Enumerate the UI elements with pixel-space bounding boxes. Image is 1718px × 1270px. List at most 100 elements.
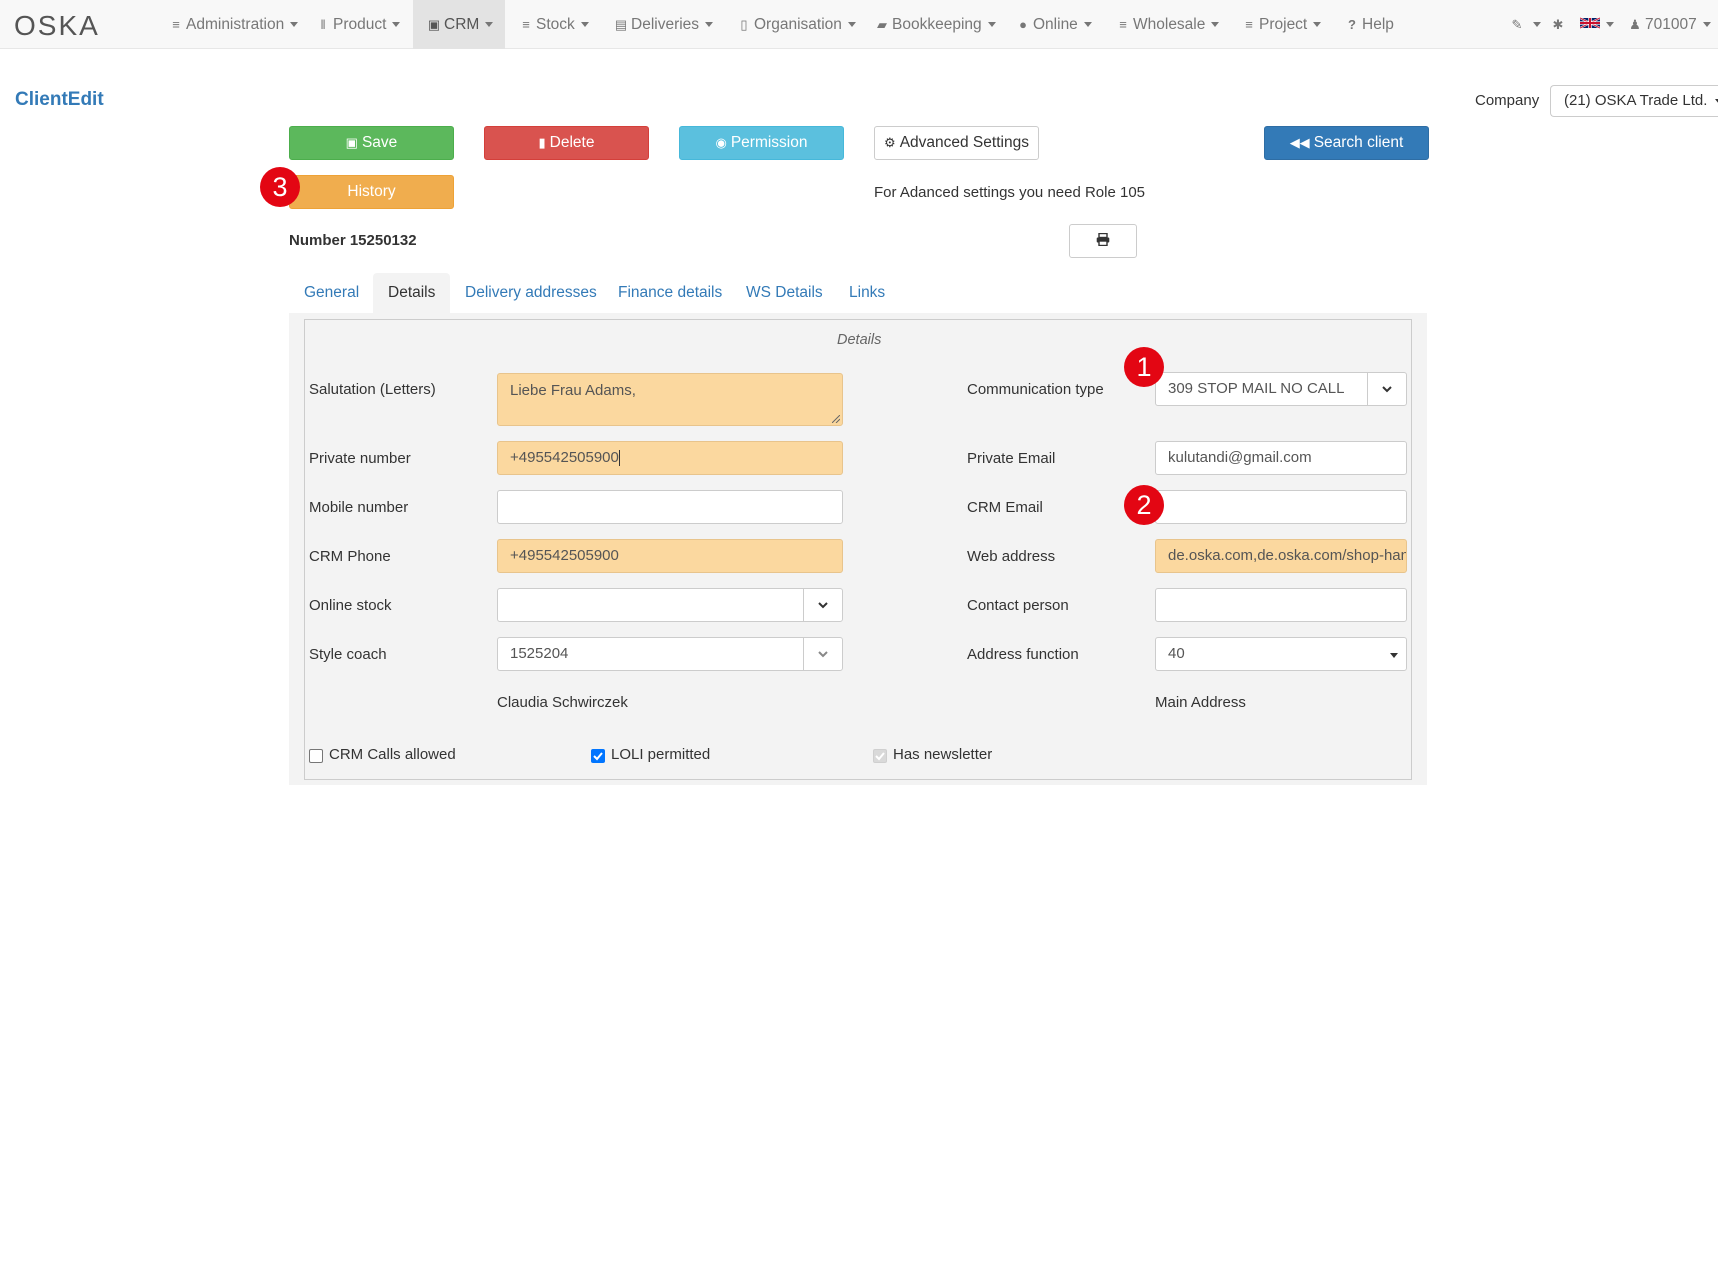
crm-phone-field[interactable]: +495542505900 (497, 539, 843, 573)
nav-label: Organisation (754, 16, 842, 33)
nav-label: Deliveries (631, 16, 700, 33)
nav-label: Stock (536, 16, 575, 33)
fieldset-legend: Details (837, 332, 882, 348)
wrench-icon: ✎ (1511, 17, 1523, 32)
tab-details[interactable]: Details (373, 273, 451, 313)
style-coach-select[interactable]: 1525204 (497, 637, 804, 671)
crm-phone-label: CRM Phone (309, 548, 391, 565)
communication-type-value: 309 STOP MAIL NO CALL (1168, 380, 1345, 397)
history-button[interactable]: History (289, 175, 454, 209)
list-icon: ≡ (1245, 17, 1253, 32)
nav-label: Project (1259, 16, 1308, 33)
advanced-settings-label: Advanced Settings (899, 134, 1029, 151)
crm-calls-allowed-checkbox[interactable] (309, 749, 323, 763)
tab-finance-details[interactable]: Finance details (618, 273, 722, 313)
nav-deliveries[interactable]: ▤ Deliveries (614, 0, 714, 49)
nav-label: Administration (186, 16, 285, 33)
nav-label: CRM (444, 16, 480, 33)
web-address-field[interactable]: de.oska.com,de.oska.com/shop-han (1155, 539, 1407, 573)
bug-report-button[interactable]: ✱ (1551, 0, 1568, 49)
contact-person-field[interactable] (1155, 588, 1407, 622)
contact-card-icon: ▣ (427, 17, 441, 32)
tab-delivery-addresses[interactable]: Delivery addresses (465, 273, 597, 313)
nav-organisation[interactable]: ▯ Organisation (737, 0, 856, 49)
tab-ws-details[interactable]: WS Details (746, 273, 823, 313)
caret-down-icon (1211, 22, 1220, 28)
caret-down-icon (1313, 22, 1322, 28)
online-stock-dropdown-button[interactable] (803, 588, 843, 622)
history-label: History (347, 183, 396, 200)
private-email-value: kulutandi@gmail.com (1168, 449, 1312, 466)
nav-bookkeeping[interactable]: ▰ Bookkeeping (875, 0, 996, 49)
nav-label: Bookkeeping (892, 16, 982, 33)
user-menu[interactable]: ♟ 701007 (1628, 0, 1711, 49)
permission-button[interactable]: ◉ Permission (679, 126, 844, 160)
mobile-number-field[interactable] (497, 490, 843, 524)
caret-down-icon (290, 22, 299, 28)
annotation-badge-3: 3 (260, 167, 300, 207)
online-stock-label: Online stock (309, 597, 392, 614)
nav-online[interactable]: ● Online (1016, 0, 1092, 49)
nav-label: Product (333, 16, 387, 33)
style-coach-label: Style coach (309, 646, 387, 663)
text-cursor (618, 450, 620, 467)
nav-administration[interactable]: ≡ Administration (169, 0, 299, 49)
search-client-button[interactable]: ◀◀ Search client (1264, 126, 1429, 160)
save-button[interactable]: ▣ Save (289, 126, 454, 160)
nav-stock[interactable]: ≡ Stock (519, 0, 589, 49)
caret-down-icon (847, 22, 856, 28)
loli-permitted-checkbox[interactable] (591, 749, 605, 763)
private-email-label: Private Email (967, 450, 1056, 467)
print-button[interactable] (1069, 224, 1137, 258)
chevron-down-icon (818, 602, 828, 609)
barcode-icon: ‖ (320, 17, 326, 32)
style-coach-value: 1525204 (510, 645, 569, 662)
private-email-field[interactable]: kulutandi@gmail.com (1155, 441, 1407, 475)
user-icon: ♟ (1629, 17, 1641, 32)
tab-general[interactable]: General (304, 273, 359, 313)
list-icon: ≡ (522, 17, 530, 32)
cogs-icon: ⚙ (884, 135, 896, 150)
communication-type-select[interactable]: 309 STOP MAIL NO CALL (1155, 372, 1368, 406)
tools-menu[interactable]: ✎ (1510, 0, 1541, 49)
uk-flag-icon (1580, 17, 1600, 30)
company-select[interactable]: (21) OSKA Trade Ltd. (1550, 85, 1718, 117)
style-coach-dropdown-button[interactable] (803, 637, 843, 671)
address-function-select[interactable]: 40 (1155, 637, 1407, 671)
client-number: Number 15250132 (289, 232, 417, 249)
book-icon: ▰ (877, 17, 887, 32)
caret-down-icon (580, 22, 589, 28)
advanced-settings-note: For Adanced settings you need Role 105 (874, 184, 1146, 201)
nav-project[interactable]: ≡ Project (1242, 0, 1322, 49)
advanced-settings-button[interactable]: ⚙ Advanced Settings (874, 126, 1039, 160)
caret-down-icon (1083, 22, 1092, 28)
communication-type-dropdown-button[interactable] (1367, 372, 1407, 406)
tab-links[interactable]: Links (849, 273, 885, 313)
chevron-down-icon (818, 651, 828, 658)
top-navbar: OSKA ≡ Administration ‖ Product ▣ CRM ≡ Stoc… (0, 0, 1718, 49)
nav-label: Help (1362, 16, 1394, 33)
delete-button[interactable]: ▮ Delete (484, 126, 649, 160)
crm-email-field[interactable] (1155, 490, 1407, 524)
private-number-field[interactable]: +495542505900 (497, 441, 843, 475)
online-stock-select[interactable] (497, 588, 804, 622)
address-function-description: Main Address (1155, 694, 1246, 711)
resize-handle-icon[interactable] (832, 415, 840, 423)
nav-product[interactable]: ‖ Product (316, 0, 401, 49)
caret-down-icon (485, 22, 494, 28)
archive-box-icon: ▤ (614, 17, 628, 32)
floppy-disk-icon: ▣ (345, 135, 358, 150)
nav-help[interactable]: ? Help (1345, 0, 1394, 49)
style-coach-name: Claudia Schwirczek (497, 694, 628, 711)
mobile-number-label: Mobile number (309, 499, 409, 516)
oska-logo[interactable]: OSKA (14, 9, 140, 41)
caret-down-icon (1702, 22, 1711, 28)
crm-calls-allowed-label: CRM Calls allowed (329, 746, 456, 763)
save-label: Save (361, 134, 398, 151)
salutation-textarea[interactable]: Liebe Frau Adams, (497, 373, 843, 426)
nav-crm[interactable]: ▣ CRM (413, 0, 505, 49)
caret-down-icon (1390, 653, 1398, 658)
nav-wholesale[interactable]: ≡ Wholesale (1116, 0, 1220, 49)
checkmark-icon (593, 752, 603, 761)
language-menu[interactable] (1580, 0, 1614, 49)
